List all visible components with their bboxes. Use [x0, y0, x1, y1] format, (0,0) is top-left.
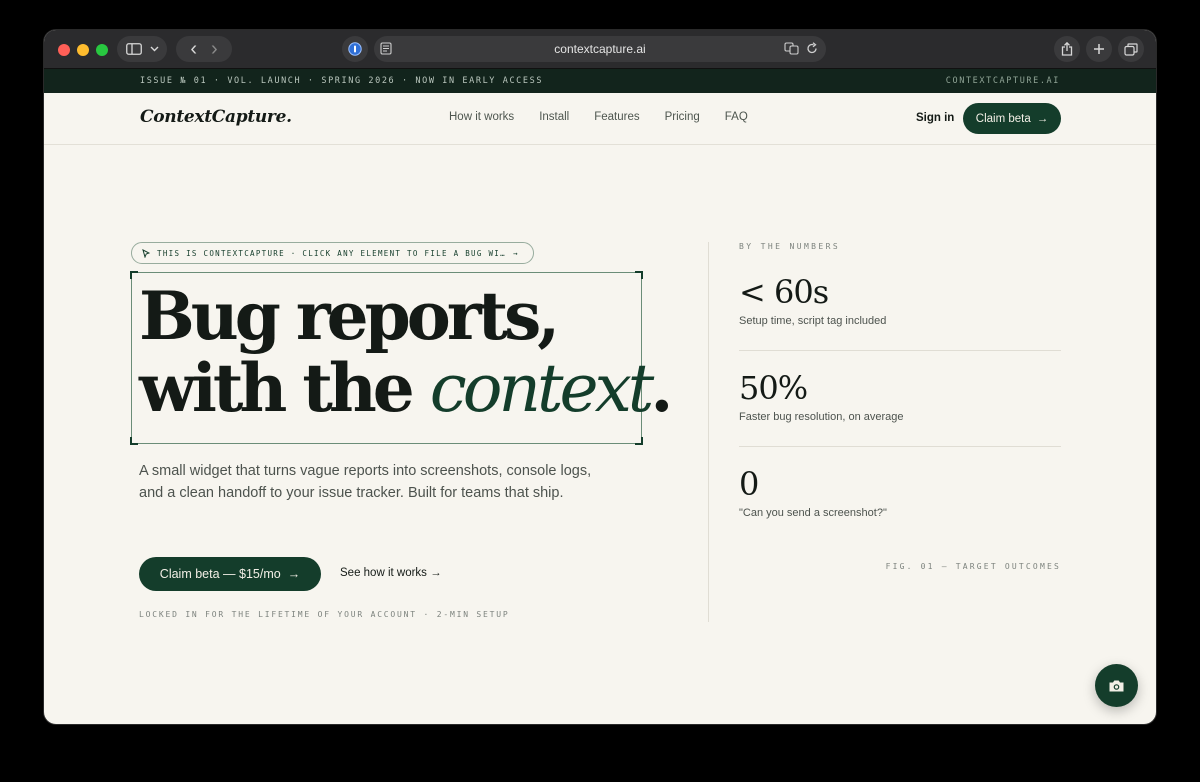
headline-period: .: [650, 349, 673, 427]
nav-link-faq[interactable]: FAQ: [725, 111, 748, 123]
url-text: contextcapture.ai: [554, 42, 646, 56]
plus-icon: [1094, 44, 1104, 54]
stat-value: 50%: [739, 369, 808, 407]
frame-corner: [635, 437, 643, 445]
reload-icon[interactable]: [806, 42, 818, 55]
stat-description: "Can you send a screenshot?": [739, 507, 887, 519]
ticker-text: ISSUE № 01 · VOL. LAUNCH · SPRING 2026 ·…: [140, 76, 544, 86]
claim-beta-price-button[interactable]: Claim beta — $15/mo →: [139, 557, 321, 591]
column-divider: [708, 242, 709, 622]
stats-heading: BY THE NUMBERS: [739, 242, 841, 251]
hero-description: A small widget that turns vague reports …: [139, 463, 592, 501]
capture-widget-button[interactable]: [1095, 664, 1138, 707]
arrow-right-icon: →: [287, 567, 301, 581]
arrow-right-icon: →: [1036, 112, 1049, 125]
headline-line-1: Bug reports,: [139, 277, 560, 355]
frame-corner: [635, 271, 643, 279]
pricing-fine-print: LOCKED IN FOR THE LIFETIME OF YOUR ACCOU…: [139, 610, 510, 619]
tabs-icon: [1124, 42, 1138, 56]
sidebar-toggle-button[interactable]: [117, 36, 167, 62]
history-navigation: ‹ ›: [176, 36, 232, 62]
forward-button[interactable]: ›: [211, 39, 218, 59]
reader-mode-icon[interactable]: [380, 42, 392, 58]
nav-link-install[interactable]: Install: [539, 111, 569, 123]
hero-headline: Bug reports, with the context.: [139, 277, 673, 427]
frame-corner: [130, 437, 138, 445]
nav-link-pricing[interactable]: Pricing: [665, 111, 700, 123]
minimize-window-button[interactable]: [77, 44, 89, 56]
nav-link-how-it-works[interactable]: How it works: [449, 111, 514, 123]
frame-corner: [130, 271, 138, 279]
arrow-right-icon: →: [512, 248, 519, 258]
chevron-down-icon: [150, 46, 158, 52]
back-button[interactable]: ‹: [190, 39, 197, 59]
claim-beta-button[interactable]: Claim beta →: [963, 103, 1061, 134]
site-logo[interactable]: ContextCapture.: [140, 107, 292, 127]
stat-screenshot-requests: 0 "Can you send a screenshot?": [739, 466, 1061, 519]
share-button[interactable]: [1054, 36, 1080, 62]
stat-value: < 60s: [739, 273, 829, 311]
stat-resolution: 50% Faster bug resolution, on average: [739, 370, 1061, 423]
stat-description: Setup time, script tag included: [739, 315, 887, 327]
cursor-icon: [142, 248, 150, 258]
browser-window: ‹ › contextcapture.ai ISSUE № 01 · VOL. …: [44, 30, 1156, 724]
sidebar-icon: [125, 43, 142, 55]
headline-line-2: with the: [139, 349, 430, 427]
see-how-it-works-link[interactable]: See how it works →: [340, 567, 442, 579]
site-header: ContextCapture. How it works Install Fea…: [44, 93, 1156, 145]
nav-link-features[interactable]: Features: [594, 111, 639, 123]
translate-icon[interactable]: [784, 42, 800, 55]
cta-label: Claim beta — $15/mo: [159, 567, 281, 581]
stat-setup-time: < 60s Setup time, script tag included: [739, 274, 1061, 327]
stat-description: Faster bug resolution, on average: [739, 411, 904, 423]
close-window-button[interactable]: [58, 44, 70, 56]
widget-hint-tag[interactable]: THIS IS CONTEXTCAPTURE · CLICK ANY ELEME…: [131, 242, 534, 264]
password-manager-icon: [348, 42, 362, 56]
ticker-domain: CONTEXTCAPTURE.AI: [945, 76, 1060, 86]
address-bar[interactable]: contextcapture.ai: [374, 36, 826, 62]
announcement-ticker: ISSUE № 01 · VOL. LAUNCH · SPRING 2026 ·…: [44, 69, 1156, 93]
tab-overview-button[interactable]: [1118, 36, 1144, 62]
stat-value: 0: [739, 465, 759, 503]
figure-caption: FIG. 01 — TARGET OUTCOMES: [885, 562, 1061, 571]
headline-accent: context: [429, 350, 655, 427]
stat-divider: [739, 446, 1061, 447]
sign-in-link[interactable]: Sign in: [916, 112, 954, 124]
claim-beta-label: Claim beta: [975, 112, 1031, 125]
widget-hint-text: THIS IS CONTEXTCAPTURE · CLICK ANY ELEME…: [157, 248, 506, 258]
stat-divider: [739, 350, 1061, 351]
stats-panel: BY THE NUMBERS < 60s Setup time, script …: [739, 242, 1061, 571]
camera-icon: [1109, 680, 1124, 691]
password-manager-button[interactable]: [342, 36, 368, 62]
browser-toolbar: ‹ › contextcapture.ai: [44, 30, 1156, 69]
primary-nav: How it works Install Features Pricing FA…: [449, 111, 748, 123]
new-tab-button[interactable]: [1086, 36, 1112, 62]
share-icon: [1061, 42, 1073, 56]
zoom-window-button[interactable]: [96, 44, 108, 56]
